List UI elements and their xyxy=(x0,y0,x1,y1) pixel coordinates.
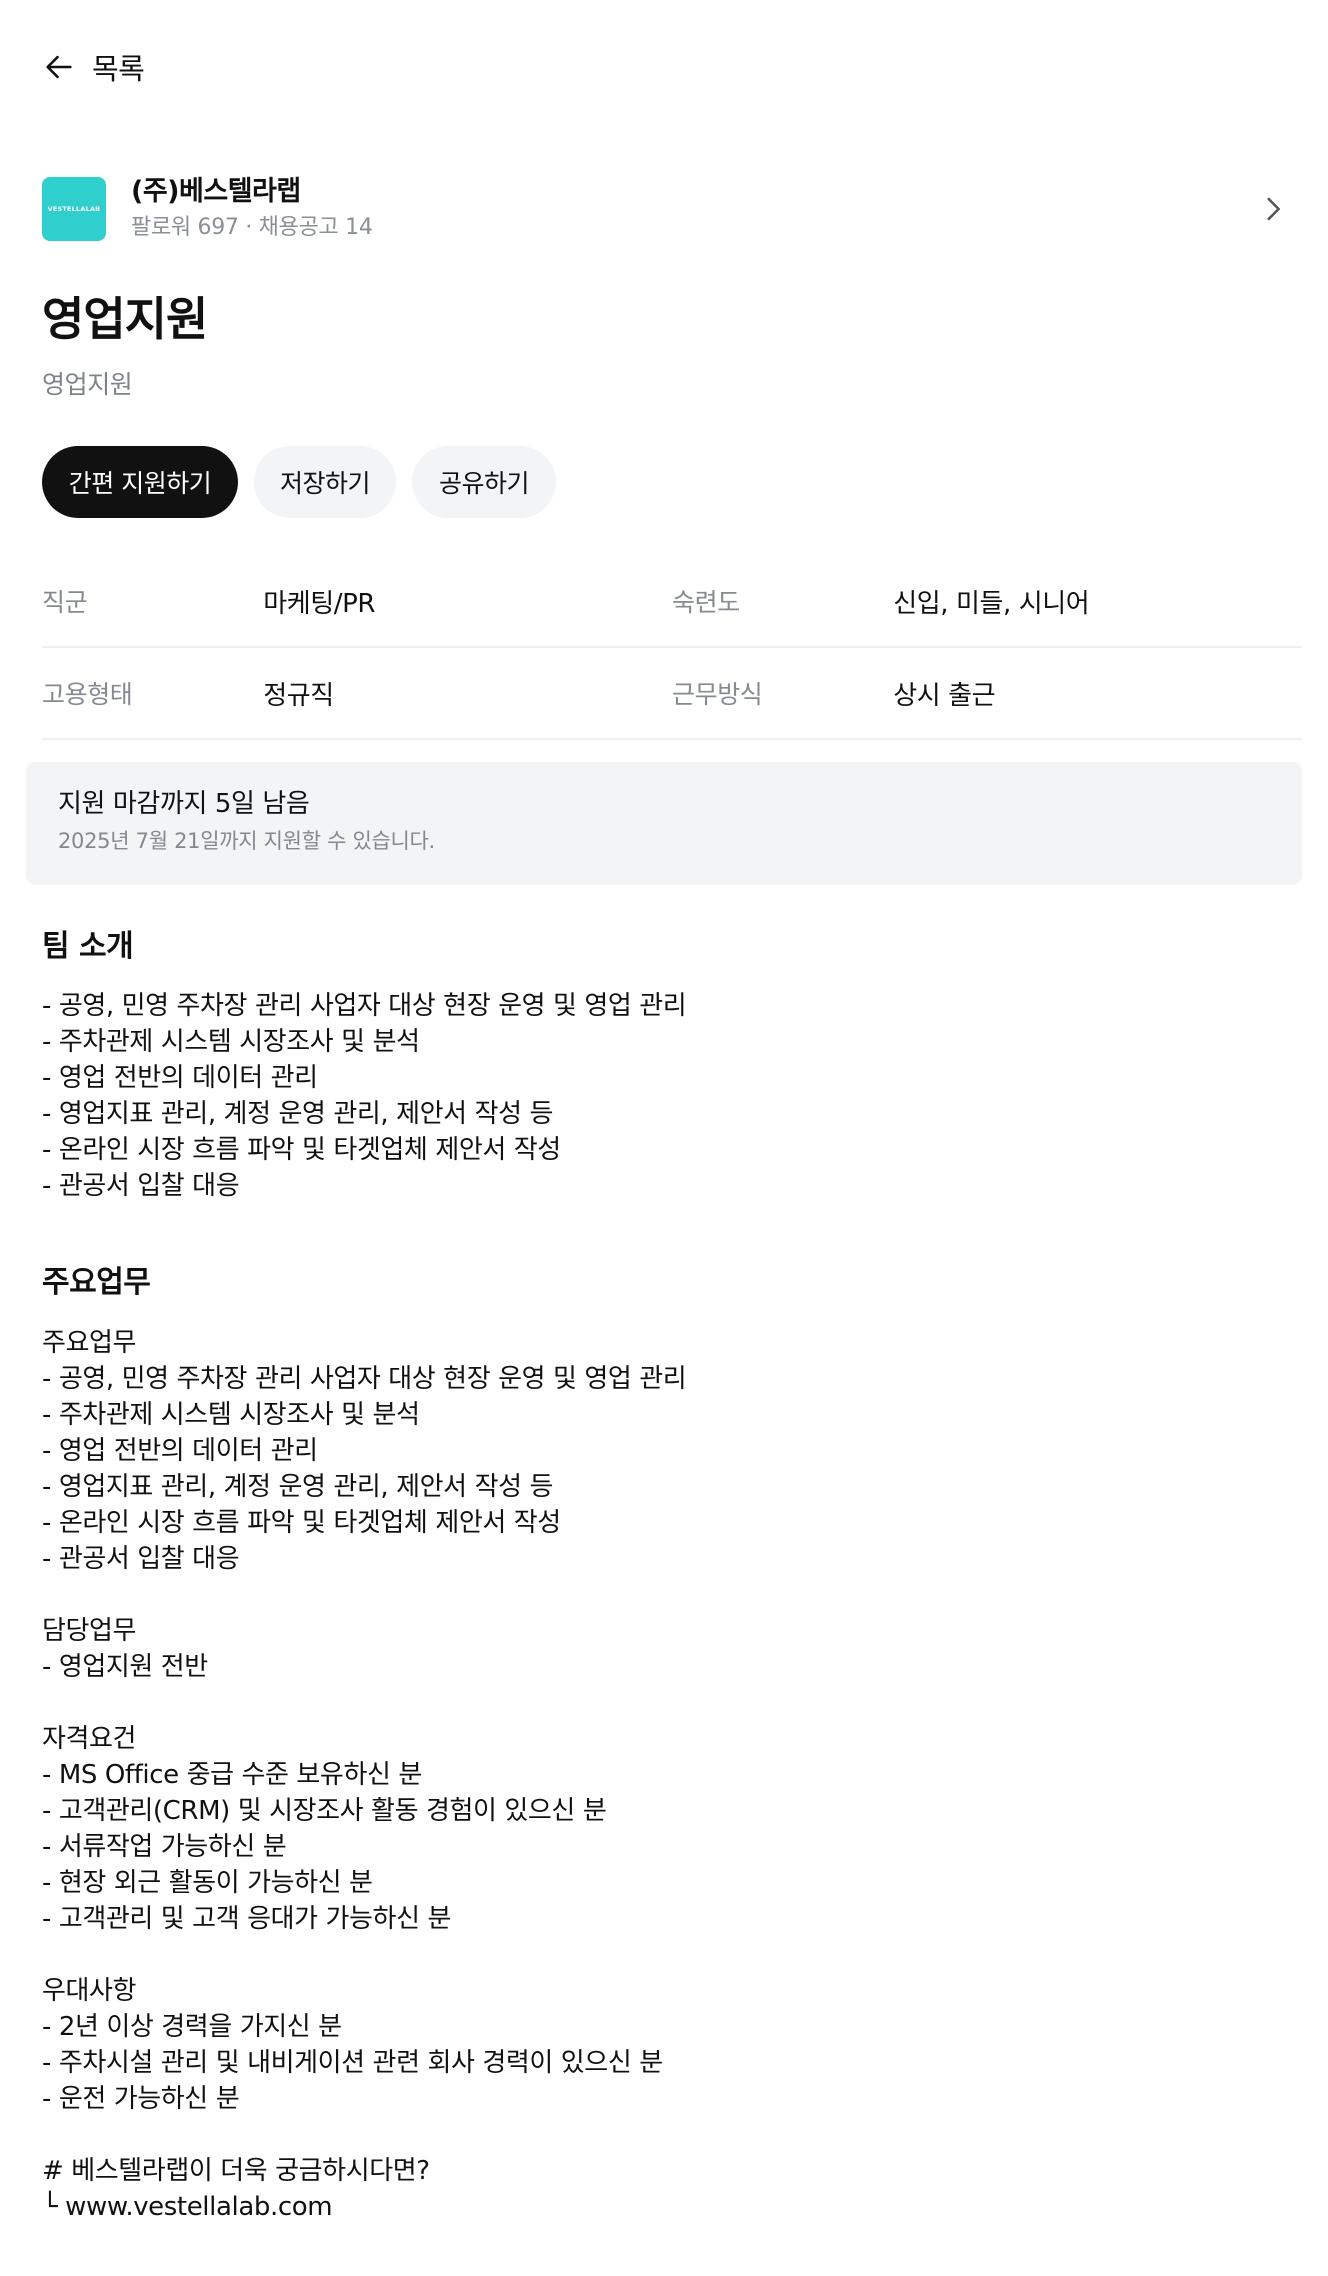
job-title: 영업지원 xyxy=(42,292,208,346)
text-line: - 고객관리 및 고객 응대가 가능하신 분 xyxy=(42,1904,451,1934)
company-logo: VESTELLALAB xyxy=(42,177,106,241)
text-line: - 공영, 민영 주차장 관리 사업자 대상 현장 운영 및 영업 관리 xyxy=(42,1364,687,1394)
back-to-list-button[interactable]: 목록 xyxy=(42,44,145,90)
deadline-notice: 지원 마감까지 5일 남음 2025년 7월 21일까지 지원할 수 있습니다. xyxy=(26,762,1302,885)
info-value: 상시 출근 xyxy=(893,680,996,711)
text-line: - 온라인 시장 흐름 파악 및 타겟업체 제안서 작성 xyxy=(42,1135,561,1165)
text-line: - 관공서 입찰 대응 xyxy=(42,1171,240,1201)
text-line: 우대사항 xyxy=(42,1976,137,2006)
team-intro-body: - 공영, 민영 주차장 관리 사업자 대상 현장 운영 및 영업 관리 - 주차… xyxy=(42,988,1282,1204)
company-name: (주)베스텔라랩 xyxy=(131,176,301,207)
text-line: - 영업지표 관리, 계정 운영 관리, 제안서 작성 등 xyxy=(42,1099,553,1129)
text-line: - 현장 외근 활동이 가능하신 분 xyxy=(42,1868,373,1898)
text-line: - MS Office 중급 수준 보유하신 분 xyxy=(42,1760,422,1790)
arrow-left-icon xyxy=(46,55,72,79)
text-line: - 서류작업 가능하신 분 xyxy=(42,1832,287,1862)
text-line: - 고객관리(CRM) 및 시장조사 활동 경험이 있으신 분 xyxy=(42,1796,607,1826)
company-logo-text: VESTELLALAB xyxy=(47,205,101,213)
info-value: 신입, 미들, 시니어 xyxy=(893,588,1090,619)
deadline-title: 지원 마감까지 5일 남음 xyxy=(58,789,310,819)
quick-apply-button[interactable]: 간편 지원하기 xyxy=(42,446,238,518)
back-label: 목록 xyxy=(92,52,145,86)
text-line: - 영업지원 전반 xyxy=(42,1652,208,1682)
company-card[interactable]: VESTELLALAB (주)베스텔라랩 팔로워 697 · 채용공고 14 xyxy=(42,176,1290,242)
text-line: - 주차관제 시스템 시장조사 및 분석 xyxy=(42,1400,420,1430)
main-duties-body: 주요업무 - 공영, 민영 주차장 관리 사업자 대상 현장 운영 및 영업 관리… xyxy=(42,1325,1282,2225)
text-line: - 운전 가능하신 분 xyxy=(42,2084,240,2114)
share-button[interactable]: 공유하기 xyxy=(412,446,556,518)
main-duties-heading: 주요업무 xyxy=(42,1265,151,1300)
chevron-right-icon[interactable] xyxy=(1256,192,1290,226)
text-line: # 베스텔라랩이 더욱 궁금하시다면? xyxy=(42,2156,430,2186)
info-label: 고용형태 xyxy=(42,680,133,709)
text-line: - 주차관제 시스템 시장조사 및 분석 xyxy=(42,1027,420,1057)
info-value: 마케팅/PR xyxy=(263,588,376,619)
team-intro-heading: 팀 소개 xyxy=(42,929,134,964)
text-line: - 영업 전반의 데이터 관리 xyxy=(42,1063,318,1093)
job-subtitle: 영업지원 xyxy=(42,370,133,399)
text-line: 담당업무 xyxy=(42,1616,137,1646)
info-row: 직군 마케팅/PR 숙련도 신입, 미들, 시니어 xyxy=(42,556,1302,648)
info-label: 근무방식 xyxy=(672,680,763,709)
info-value: 정규직 xyxy=(263,680,334,711)
text-line: - 영업지표 관리, 계정 운영 관리, 제안서 작성 등 xyxy=(42,1472,553,1502)
job-info-table: 직군 마케팅/PR 숙련도 신입, 미들, 시니어 고용형태 정규직 근무방식 … xyxy=(42,556,1302,740)
text-line: - 주차시설 관리 및 내비게이션 관련 회사 경력이 있으신 분 xyxy=(42,2048,663,2078)
deadline-subtitle: 2025년 7월 21일까지 지원할 수 있습니다. xyxy=(58,829,435,853)
save-button[interactable]: 저장하기 xyxy=(254,446,396,518)
company-info: (주)베스텔라랩 팔로워 697 · 채용공고 14 xyxy=(131,175,373,243)
text-line: 주요업무 xyxy=(42,1328,137,1358)
job-detail-page: 목록 VESTELLALAB (주)베스텔라랩 팔로워 697 · 채용공고 1… xyxy=(0,0,1328,2276)
action-buttons: 간편 지원하기 저장하기 공유하기 xyxy=(42,446,556,518)
company-meta: 팔로워 697 · 채용공고 14 xyxy=(131,215,373,240)
text-line: - 영업 전반의 데이터 관리 xyxy=(42,1436,318,1466)
text-line: - 관공서 입찰 대응 xyxy=(42,1544,240,1574)
text-line: 자격요건 xyxy=(42,1724,137,1754)
text-line: - 2년 이상 경력을 가지신 분 xyxy=(42,2012,342,2042)
info-label: 숙련도 xyxy=(672,588,740,617)
info-label: 직군 xyxy=(42,588,88,617)
text-line: - 공영, 민영 주차장 관리 사업자 대상 현장 운영 및 영업 관리 xyxy=(42,991,687,1021)
text-line: - 온라인 시장 흐름 파악 및 타겟업체 제안서 작성 xyxy=(42,1508,561,1538)
text-line: └ www.vestellalab.com xyxy=(42,2192,333,2222)
info-row: 고용형태 정규직 근무방식 상시 출근 xyxy=(42,648,1302,740)
